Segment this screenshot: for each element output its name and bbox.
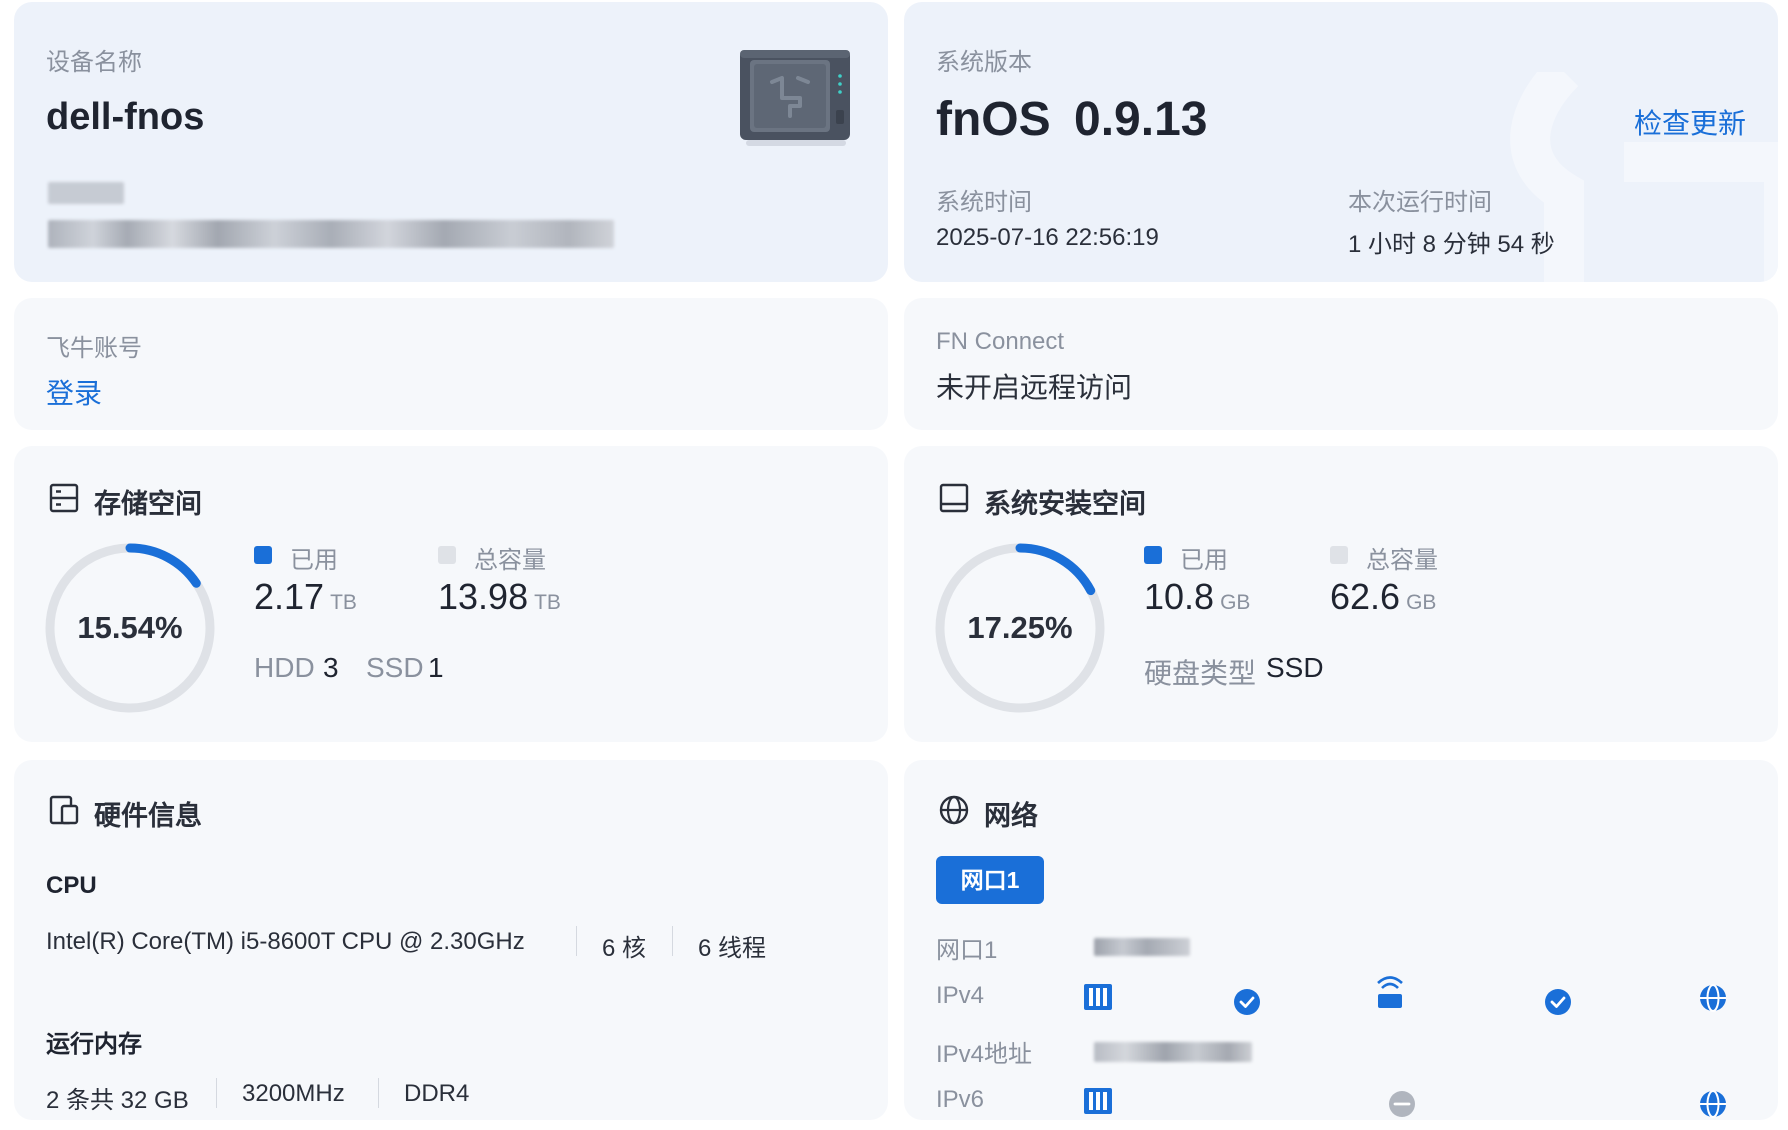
divider [672,926,673,956]
network-title: 网络 [984,801,1038,831]
used-legend-swatch [254,546,272,564]
login-link[interactable]: 登录 [46,372,102,412]
devices-icon [49,795,79,825]
used-legend-label: 已用 [290,547,338,574]
ipv4-address-label: IPv4地址 [936,1041,1033,1068]
port-label: 网口1 [936,937,998,964]
storage-total-value: 13.98 TB [438,576,561,617]
hardware-title: 硬件信息 [94,801,202,831]
storage-icon [49,483,79,513]
uptime-label: 本次运行时间 [1348,189,1492,216]
ipv6-label: IPv6 [936,1086,985,1113]
internet-globe-icon [1700,1090,1726,1118]
fn-connect-card: FN Connect 未开启远程访问 [904,298,1778,430]
remote-access-status: 未开启远程访问 [936,372,1133,403]
router-icon [1377,976,1403,1008]
hdd-label: HDD [254,652,315,683]
total-legend-swatch [438,546,456,564]
tab-port-1[interactable]: 网口1 [936,856,1044,904]
globe-icon [939,795,969,825]
system-disk-used-value: 10.8 GB [1144,576,1251,617]
used-legend-swatch [1144,546,1162,564]
system-disk-percent: 17.25% [967,610,1073,645]
total-legend-swatch [1330,546,1348,564]
divider [216,1078,217,1108]
storage-percent: 15.54% [77,610,183,645]
check-icon [1545,989,1571,1015]
memory-type: DDR4 [404,1080,470,1107]
storage-title: 存储空间 [94,489,202,519]
system-time-value: 2025-07-16 22:56:19 [936,224,1159,251]
ssd-count: 1 [428,652,444,683]
device-name: dell-fnos [46,96,205,138]
internet-globe-icon [1700,984,1726,1012]
ipv4-label: IPv4 [936,982,985,1009]
os-version: 0.9.13 [1074,93,1208,146]
check-update-link[interactable]: 检查更新 [1634,102,1746,142]
device-card: 设备名称 dell-fnos [14,2,888,282]
cpu-cores: 6 核 [602,935,647,962]
hdd-count: 3 [323,652,339,683]
total-legend-label: 总容量 [1366,547,1438,574]
network-topology [1084,976,1726,1118]
nas-device-icon [740,50,850,146]
cpu-threads: 6 线程 [698,935,767,962]
account-card: 飞牛账号 登录 [14,298,888,430]
redacted-text [48,220,614,248]
divider [378,1078,379,1108]
system-time-label: 系统时间 [936,189,1032,216]
account-label: 飞牛账号 [46,335,142,362]
system-version-card: 系统版本 fnOS 0.9.13 检查更新 系统时间 2025-07-16 22… [904,2,1778,282]
storage-used-value: 2.17 TB [254,576,357,617]
used-legend-label: 已用 [1180,547,1228,574]
cpu-label: CPU [46,872,97,899]
system-version-label: 系统版本 [936,49,1032,76]
system-disk-card: 系统安装空间 17.25% 已用 10.8 GB 总容量 62.6 GB 硬盘类型 … [904,446,1778,742]
fn-connect-label: FN Connect [936,328,1065,355]
network-card: 网络 网口1 网口1 IPv4 IPv4地址 IPv6 [904,760,1778,1120]
cpu-model: Intel(R) Core(TM) i5-8600T CPU @ 2.30GHz [46,928,525,955]
ssd-label: SSD [366,652,424,683]
nic-icon [1084,1088,1112,1114]
disk-type-value: SSD [1266,652,1324,683]
check-icon [1234,989,1260,1015]
redacted-text [1094,938,1190,956]
system-disk-total-value: 62.6 GB [1330,576,1437,617]
system-disk-title: 系统安装空间 [984,489,1146,519]
nic-icon [1084,984,1112,1010]
memory-size: 2 条共 32 GB [46,1087,189,1114]
memory-speed: 3200MHz [242,1080,345,1107]
device-name-label: 设备名称 [46,49,142,76]
memory-label: 运行内存 [46,1031,142,1058]
disconnected-icon [1389,1091,1415,1117]
hardware-card: 硬件信息 CPU Intel(R) Core(TM) i5-8600T CPU … [14,760,888,1120]
disk-type-label: 硬盘类型 [1144,658,1257,689]
uptime-value: 1 小时 8 分钟 54 秒 [1348,231,1555,258]
os-name: fnOS [936,93,1051,146]
redacted-text [48,182,124,204]
total-legend-label: 总容量 [474,547,546,574]
storage-card: 存储空间 15.54% 已用 2.17 TB 总容量 13.98 TB HDD 3 … [14,446,888,742]
divider [576,926,577,956]
disk-icon [939,483,969,513]
